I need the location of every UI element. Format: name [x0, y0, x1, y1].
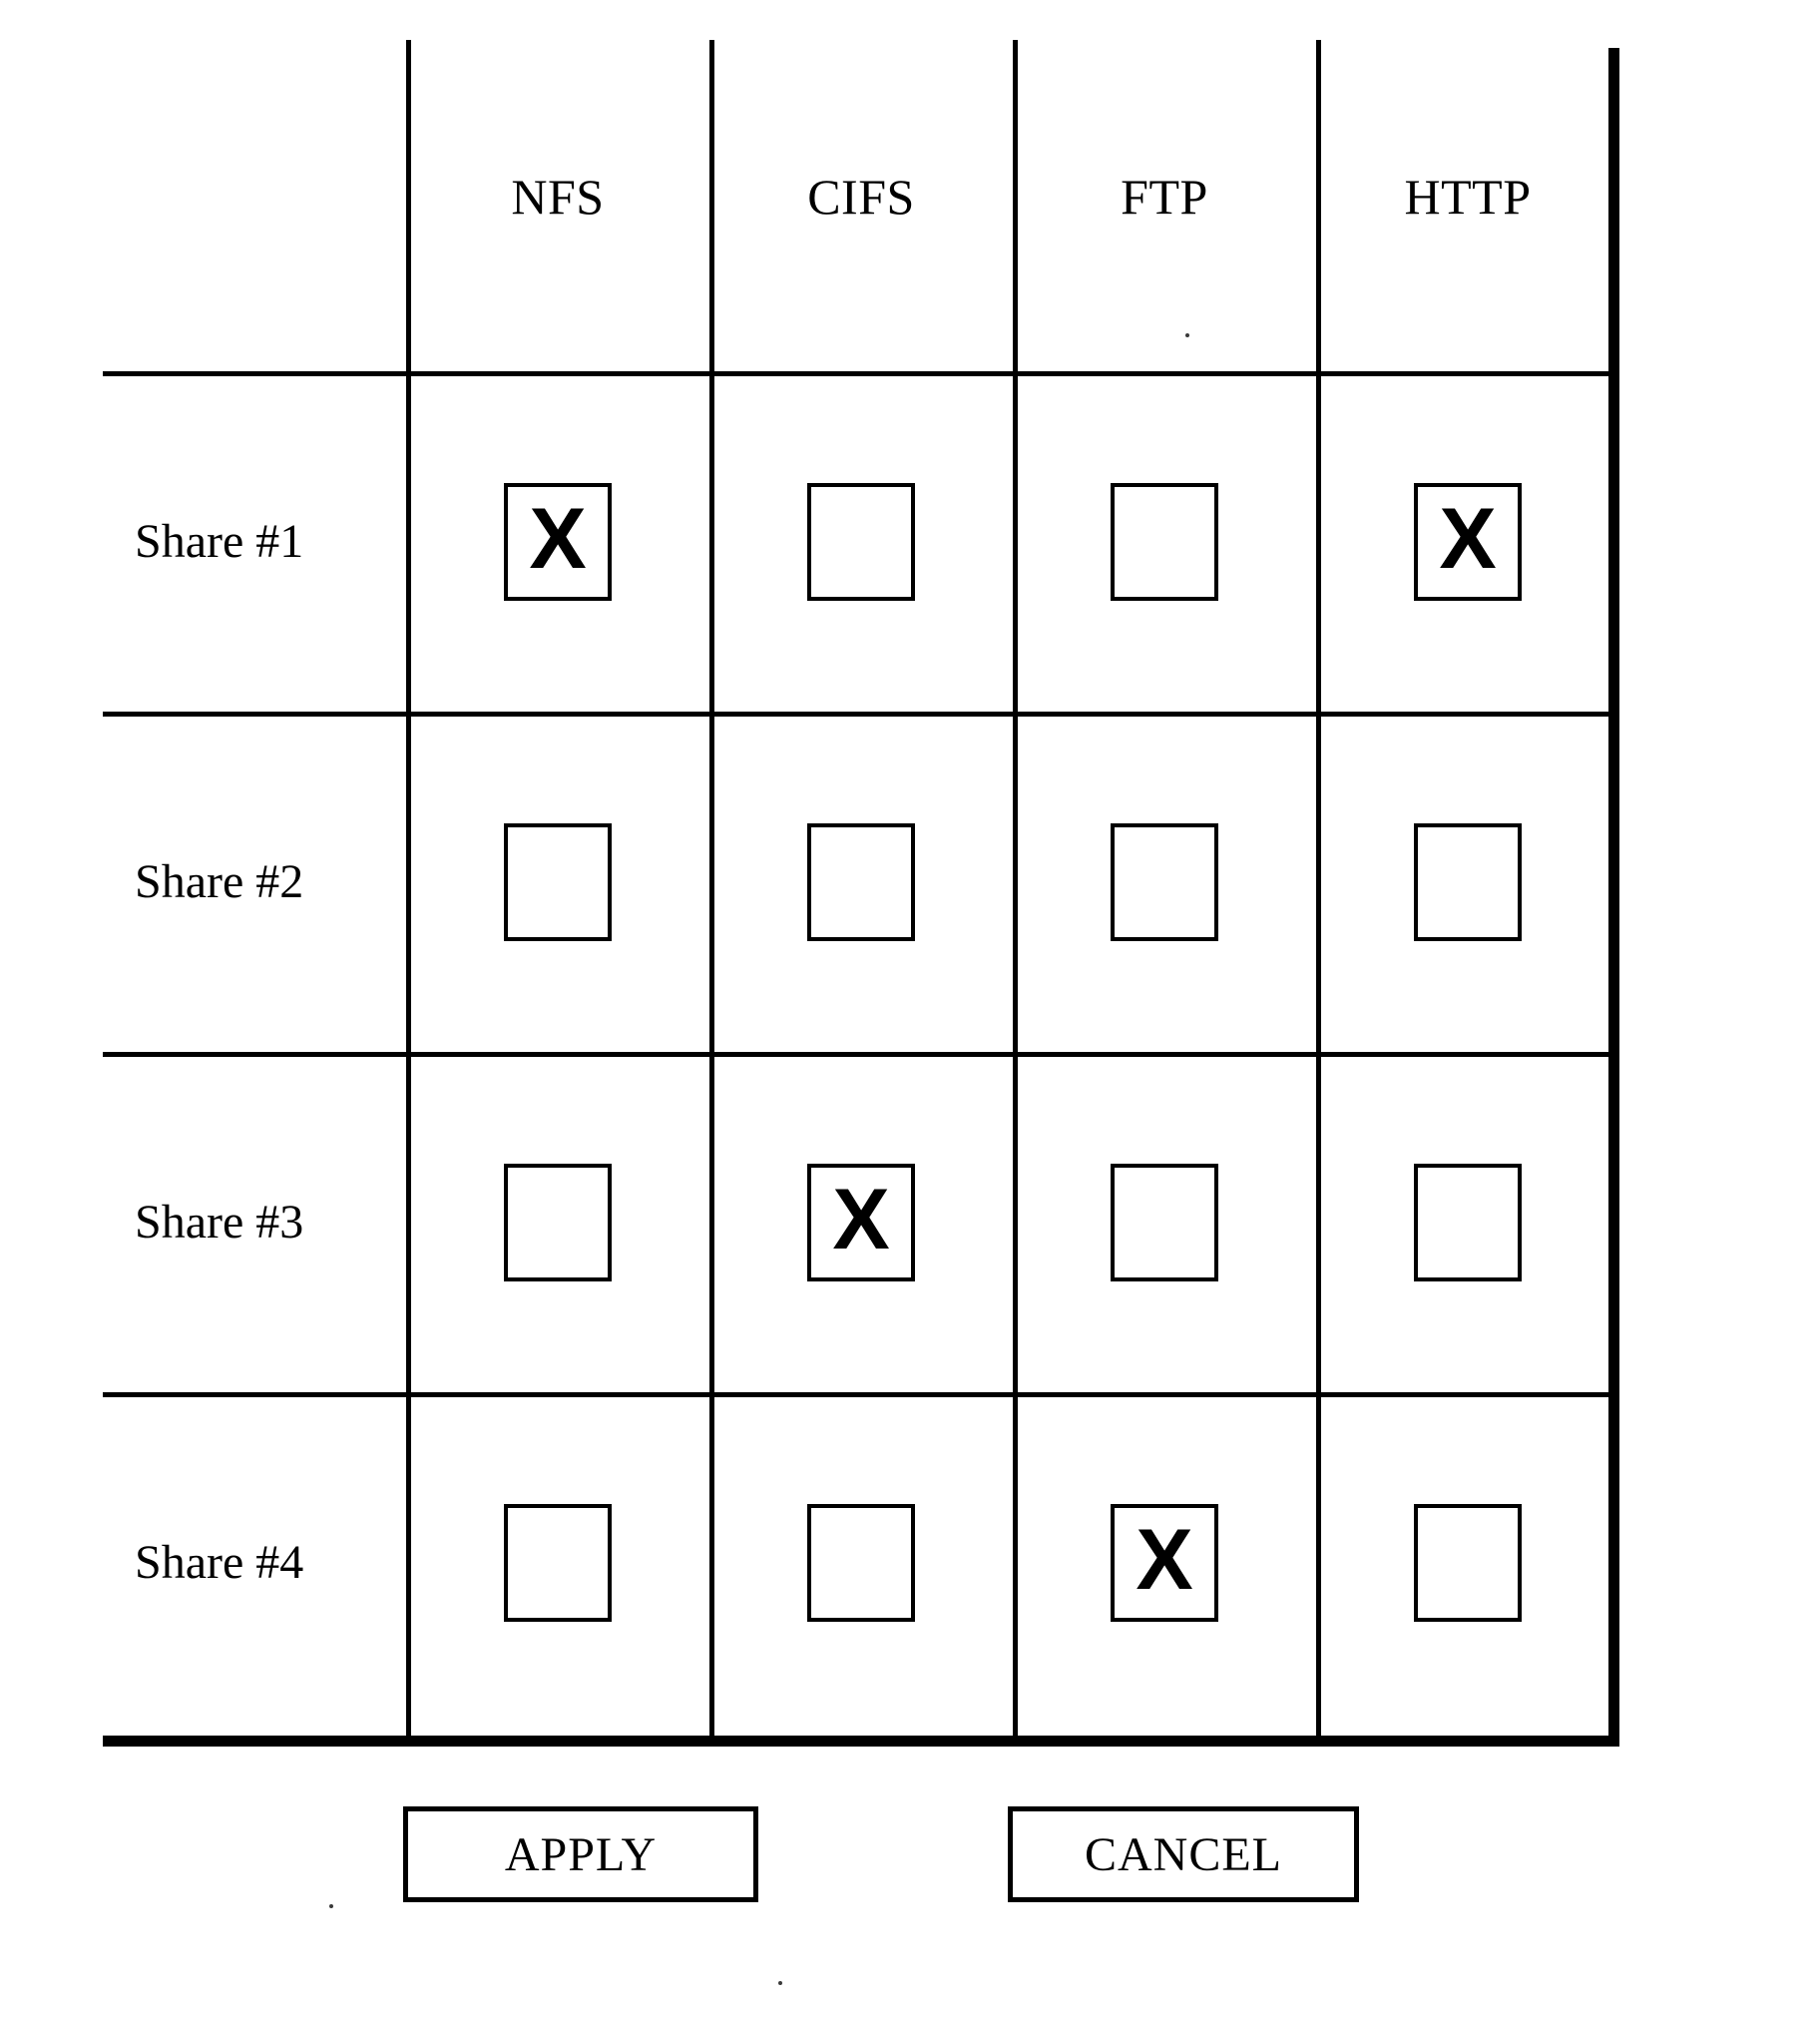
table-row: Share #4 X — [103, 1392, 1619, 1733]
table-row: Share #1 X X — [103, 371, 1619, 712]
checkbox-cifs-share-2[interactable] — [807, 822, 915, 941]
cell-http-row-4 — [1316, 1392, 1619, 1733]
cell-ftp-row-3 — [1013, 1052, 1316, 1392]
check-x-icon: X — [1136, 1511, 1193, 1608]
scan-speck — [778, 1981, 782, 1985]
cell-http-row-2 — [1316, 712, 1619, 1052]
cell-nfs-row-2 — [406, 712, 709, 1052]
row-label-share-3: Share #3 — [135, 1196, 304, 1249]
check-x-icon: X — [832, 1171, 890, 1267]
cell-nfs-row-4 — [406, 1392, 709, 1733]
checkbox-http-share-1[interactable]: X — [1414, 482, 1522, 601]
check-x-icon: X — [529, 490, 587, 587]
column-header-http: HTTP — [1316, 40, 1619, 371]
header-corner-cell — [103, 40, 406, 371]
check-x-icon: X — [1439, 490, 1497, 587]
dialog-button-bar: APPLY CANCEL — [0, 1806, 1820, 1916]
cancel-button[interactable]: CANCEL — [1008, 1806, 1359, 1902]
checkbox-nfs-share-4[interactable] — [504, 1503, 612, 1622]
cell-cifs-row-4 — [709, 1392, 1013, 1733]
column-header-ftp-label: FTP — [1121, 169, 1208, 225]
table-header-row: NFS CIFS FTP HTTP — [103, 40, 1619, 371]
checkbox-http-share-3[interactable] — [1414, 1163, 1522, 1281]
scan-speck — [1185, 333, 1189, 337]
cell-nfs-row-3 — [406, 1052, 709, 1392]
apply-button[interactable]: APPLY — [403, 1806, 758, 1902]
checkbox-nfs-share-2[interactable] — [504, 822, 612, 941]
column-header-cifs: CIFS — [709, 40, 1013, 371]
cell-cifs-row-2 — [709, 712, 1013, 1052]
checkbox-ftp-share-1[interactable] — [1111, 482, 1218, 601]
checkbox-ftp-share-2[interactable] — [1111, 822, 1218, 941]
column-header-cifs-label: CIFS — [807, 169, 915, 225]
cell-ftp-row-2 — [1013, 712, 1316, 1052]
column-header-ftp: FTP — [1013, 40, 1316, 371]
table-row: Share #3 X — [103, 1052, 1619, 1392]
cell-nfs-row-1: X — [406, 371, 709, 712]
column-header-nfs-label: NFS — [511, 169, 605, 225]
cell-cifs-row-1 — [709, 371, 1013, 712]
checkbox-ftp-share-3[interactable] — [1111, 1163, 1218, 1281]
checkbox-ftp-share-4[interactable]: X — [1111, 1503, 1218, 1622]
row-label-share-4: Share #4 — [135, 1536, 304, 1589]
row-label-share-2: Share #2 — [135, 855, 304, 908]
checkbox-cifs-share-1[interactable] — [807, 482, 915, 601]
checkbox-nfs-share-1[interactable]: X — [504, 482, 612, 601]
checkbox-http-share-4[interactable] — [1414, 1503, 1522, 1622]
protocol-permissions-table: NFS CIFS FTP HTTP Share #1 X X Share #2 Shar… — [103, 40, 1619, 1747]
checkbox-http-share-2[interactable] — [1414, 822, 1522, 941]
cell-ftp-row-1 — [1013, 371, 1316, 712]
checkbox-cifs-share-4[interactable] — [807, 1503, 915, 1622]
table-row: Share #2 — [103, 712, 1619, 1052]
table-body: Share #1 X X Share #2 Share #3 X Share #4 X — [103, 371, 1619, 1736]
cell-ftp-row-4: X — [1013, 1392, 1316, 1733]
cell-http-row-3 — [1316, 1052, 1619, 1392]
row-label-share-1: Share #1 — [135, 515, 304, 568]
scan-speck — [329, 1904, 333, 1908]
checkbox-nfs-share-3[interactable] — [504, 1163, 612, 1281]
column-header-nfs: NFS — [406, 40, 709, 371]
share-permissions-dialog: NFS CIFS FTP HTTP Share #1 X X Share #2 Shar… — [0, 0, 1820, 2018]
column-header-http-label: HTTP — [1404, 169, 1532, 225]
table-bottom-border — [103, 1736, 1619, 1747]
checkbox-cifs-share-3[interactable]: X — [807, 1163, 915, 1281]
cell-http-row-1: X — [1316, 371, 1619, 712]
cell-cifs-row-3: X — [709, 1052, 1013, 1392]
